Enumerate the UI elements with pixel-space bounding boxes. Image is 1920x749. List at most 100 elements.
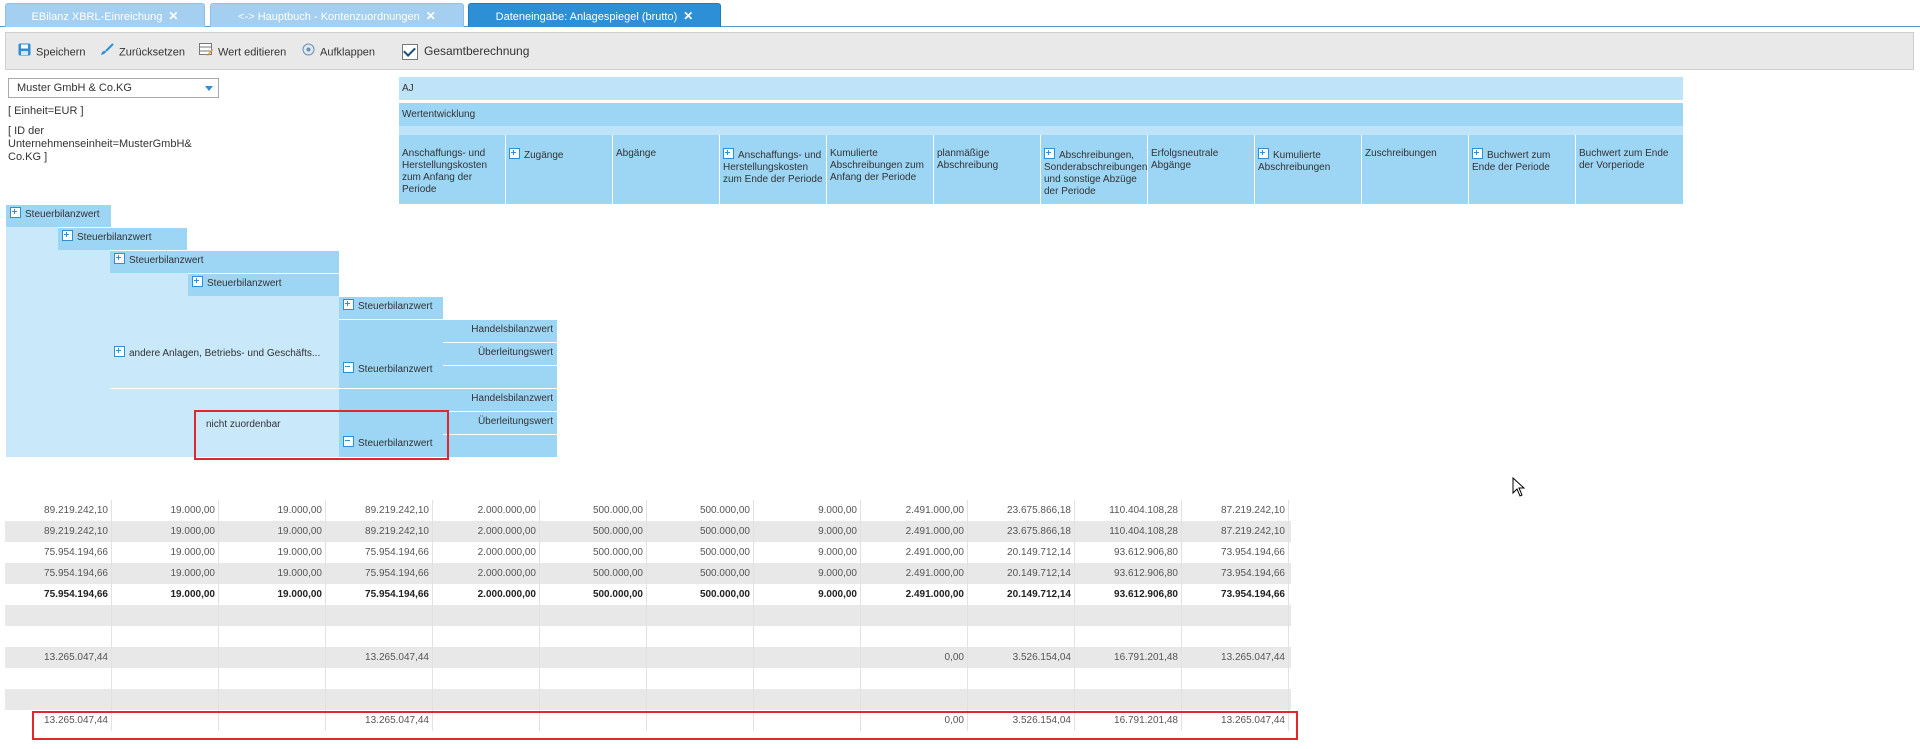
table-cell[interactable] — [754, 626, 861, 647]
plus-icon[interactable] — [1258, 148, 1269, 159]
table-cell[interactable] — [968, 626, 1075, 647]
table-cell[interactable] — [219, 689, 326, 710]
tree-node-l5[interactable]: Steuerbilanzwert — [339, 297, 443, 319]
table-cell[interactable]: 110.404.108,28 — [1075, 500, 1182, 521]
plus-icon[interactable] — [1044, 148, 1055, 159]
reset-button[interactable]: Zurücksetzen — [100, 43, 185, 61]
table-cell[interactable]: 2.000.000,00 — [433, 584, 540, 605]
table-cell[interactable]: 19.000,00 — [219, 563, 326, 584]
table-cell[interactable] — [433, 689, 540, 710]
tree-node-l4[interactable]: Steuerbilanzwert — [188, 274, 339, 296]
table-cell[interactable]: 2.491.000,00 — [861, 521, 968, 542]
table-cell[interactable]: 89.219.242,10 — [5, 521, 112, 542]
table-cell[interactable] — [5, 626, 112, 647]
table-cell[interactable] — [326, 626, 433, 647]
table-cell[interactable]: 19.000,00 — [219, 542, 326, 563]
table-cell[interactable] — [112, 668, 219, 689]
table-cell[interactable] — [540, 689, 647, 710]
table-cell[interactable]: 19.000,00 — [112, 584, 219, 605]
plus-icon[interactable] — [62, 230, 73, 241]
table-cell[interactable] — [1075, 689, 1182, 710]
header-col-zugaenge[interactable]: Zugänge — [506, 135, 613, 204]
table-cell[interactable] — [540, 626, 647, 647]
table-cell[interactable] — [647, 647, 754, 668]
expand-button[interactable]: Aufklappen — [302, 43, 375, 61]
table-cell[interactable] — [861, 668, 968, 689]
table-cell[interactable]: 75.954.194,66 — [326, 542, 433, 563]
table-cell[interactable]: 500.000,00 — [540, 584, 647, 605]
table-cell[interactable] — [1182, 605, 1289, 626]
table-cell[interactable]: 19.000,00 — [112, 563, 219, 584]
header-col-buchwert-ende[interactable]: Buchwert zum Ende der Periode — [1469, 135, 1576, 204]
table-cell[interactable] — [1075, 668, 1182, 689]
table-cell[interactable]: 3.526.154,04 — [968, 647, 1075, 668]
table-cell[interactable]: 89.219.242,10 — [326, 521, 433, 542]
table-cell[interactable]: 23.675.866,18 — [968, 521, 1075, 542]
table-cell[interactable] — [326, 605, 433, 626]
table-cell[interactable] — [219, 668, 326, 689]
table-cell[interactable]: 75.954.194,66 — [326, 584, 433, 605]
table-cell[interactable] — [861, 626, 968, 647]
table-cell[interactable]: 13.265.047,44 — [326, 647, 433, 668]
tab-anlagespiegel[interactable]: Dateneingabe: Anlagespiegel (brutto) ✕ — [468, 3, 721, 27]
table-cell[interactable] — [112, 626, 219, 647]
table-cell[interactable]: 2.491.000,00 — [861, 584, 968, 605]
table-cell[interactable]: 75.954.194,66 — [5, 584, 112, 605]
table-cell[interactable]: 9.000,00 — [754, 542, 861, 563]
table-cell[interactable]: 19.000,00 — [112, 521, 219, 542]
table-cell[interactable] — [754, 689, 861, 710]
table-cell[interactable] — [861, 605, 968, 626]
table-cell[interactable]: 9.000,00 — [754, 584, 861, 605]
table-cell[interactable] — [968, 668, 1075, 689]
table-cell[interactable] — [861, 689, 968, 710]
minus-icon[interactable] — [343, 362, 354, 373]
table-cell[interactable]: 87.219.242,10 — [1182, 521, 1289, 542]
table-cell[interactable]: 73.954.194,66 — [1182, 563, 1289, 584]
tree-node-andere-anlagen[interactable]: andere Anlagen, Betriebs- und Geschäfts.… — [110, 320, 339, 388]
plus-icon[interactable] — [723, 148, 734, 159]
table-cell[interactable] — [5, 605, 112, 626]
table-cell[interactable] — [540, 668, 647, 689]
plus-icon[interactable] — [114, 253, 125, 264]
table-cell[interactable]: 500.000,00 — [647, 542, 754, 563]
tab-hauptbuch[interactable]: <-> Hauptbuch - Kontenzuordnungen ✕ — [210, 3, 464, 27]
table-cell[interactable]: 2.491.000,00 — [861, 542, 968, 563]
table-cell[interactable]: 20.149.712,14 — [968, 584, 1075, 605]
table-cell[interactable] — [219, 647, 326, 668]
table-cell[interactable] — [219, 626, 326, 647]
table-cell[interactable] — [1075, 626, 1182, 647]
table-cell[interactable] — [1182, 668, 1289, 689]
table-cell[interactable]: 20.149.712,14 — [968, 542, 1075, 563]
header-col-kum-abschr[interactable]: Kumulierte Abschreibungen — [1255, 135, 1362, 204]
table-cell[interactable] — [1182, 689, 1289, 710]
table-cell[interactable]: 9.000,00 — [754, 521, 861, 542]
table-cell[interactable]: 73.954.194,66 — [1182, 542, 1289, 563]
table-cell[interactable]: 2.000.000,00 — [433, 521, 540, 542]
total-calculation-toggle[interactable]: Gesamtberechnung — [402, 42, 529, 60]
table-cell[interactable]: 23.675.866,18 — [968, 500, 1075, 521]
table-cell[interactable]: 9.000,00 — [754, 563, 861, 584]
table-cell[interactable] — [754, 647, 861, 668]
table-cell[interactable]: 500.000,00 — [540, 542, 647, 563]
table-cell[interactable] — [219, 605, 326, 626]
company-select[interactable]: Muster GmbH & Co.KG — [8, 78, 219, 98]
table-cell[interactable] — [5, 689, 112, 710]
table-cell[interactable]: 2.000.000,00 — [433, 542, 540, 563]
checkbox-icon[interactable] — [402, 43, 418, 60]
table-cell[interactable]: 19.000,00 — [219, 584, 326, 605]
table-cell[interactable] — [540, 605, 647, 626]
table-cell[interactable]: 75.954.194,66 — [5, 542, 112, 563]
table-cell[interactable] — [540, 647, 647, 668]
plus-icon[interactable] — [114, 346, 125, 357]
table-cell[interactable] — [112, 605, 219, 626]
edit-value-button[interactable]: Wert editieren — [199, 43, 286, 61]
table-cell[interactable] — [968, 605, 1075, 626]
table-cell[interactable]: 75.954.194,66 — [326, 563, 433, 584]
table-cell[interactable] — [433, 626, 540, 647]
table-cell[interactable]: 89.219.242,10 — [326, 500, 433, 521]
table-cell[interactable] — [647, 668, 754, 689]
table-cell[interactable] — [5, 668, 112, 689]
table-cell[interactable]: 500.000,00 — [540, 563, 647, 584]
tree-node-l3[interactable]: Steuerbilanzwert — [110, 251, 339, 273]
table-cell[interactable]: 9.000,00 — [754, 500, 861, 521]
